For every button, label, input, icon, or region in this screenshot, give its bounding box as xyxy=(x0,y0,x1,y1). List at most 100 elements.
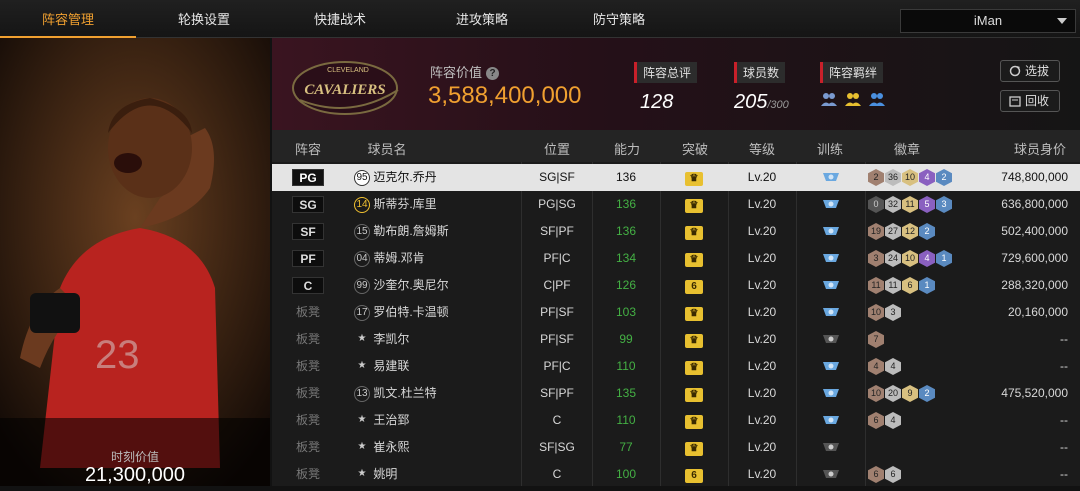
table-row[interactable]: SF 15 勒布朗.詹姆斯 SF|PF 136 ♛ Lv.20 19 27 12 2 502,400… xyxy=(272,218,1080,245)
slot-label: 板凳 xyxy=(295,386,320,400)
crown-icon: ♛ xyxy=(685,172,703,186)
slot-label: 板凳 xyxy=(295,332,320,346)
table-row[interactable]: 板凳 ★ 易建联 PF|C 110 ♛ Lv.20 4 4 -- xyxy=(272,353,1080,380)
player-name[interactable]: 勒布朗.詹姆斯 xyxy=(373,224,448,238)
player-position: SF|PF xyxy=(540,386,574,400)
table-header: 阵容 球员名 位置 能力 突破 等级 训练 徽章 球员身价 xyxy=(272,130,1080,162)
table-row[interactable]: 板凳 13 凯文.杜兰特 SF|PF 135 ♛ Lv.20 10 20 9 2 475,520,0… xyxy=(272,380,1080,407)
player-position: PF|C xyxy=(543,251,571,265)
player-name[interactable]: 斯蒂芬.库里 xyxy=(373,197,436,211)
player-name[interactable]: 王治郅 xyxy=(373,413,409,427)
crown-icon: ♛ xyxy=(685,334,703,348)
training-icon[interactable] xyxy=(821,359,841,373)
player-value: -- xyxy=(1060,413,1068,427)
player-position: PG|SG xyxy=(538,197,576,211)
player-name[interactable]: 沙奎尔.奥尼尔 xyxy=(373,278,448,292)
table-row[interactable]: C 99 沙奎尔.奥尼尔 C|PF 126 6 Lv.20 11 11 6 1 288,320,00… xyxy=(272,272,1080,299)
badge-icon: 10 xyxy=(868,304,884,321)
training-icon[interactable] xyxy=(821,170,841,184)
player-level: Lv.20 xyxy=(747,359,777,373)
crown-icon: ♛ xyxy=(685,415,703,429)
crown-icon: ♛ xyxy=(685,361,703,375)
table-row[interactable]: PG 95 迈克尔.乔丹 SG|SF 136 ♛ Lv.20 2 36 10 4 2 748,800,… xyxy=(272,164,1080,191)
training-icon[interactable] xyxy=(821,305,841,319)
bond-people-icon[interactable] xyxy=(868,91,886,107)
bond-people-icon[interactable] xyxy=(820,91,838,107)
training-icon[interactable] xyxy=(821,413,841,427)
player-position: SG|SF xyxy=(539,170,575,184)
player-ability: 135 xyxy=(615,386,637,400)
tab-tactics[interactable]: 快捷战术 xyxy=(272,0,408,38)
slot-label: 板凳 xyxy=(295,305,320,319)
tab-rotation[interactable]: 轮换设置 xyxy=(136,0,272,38)
star-icon: ★ xyxy=(357,467,367,479)
table-row[interactable]: 板凳 ★ 姚明 C 100 6 Lv.20 6 6 -- xyxy=(272,461,1080,488)
player-name[interactable]: 凯文.杜兰特 xyxy=(373,386,436,400)
tab-lineup[interactable]: 阵容管理 xyxy=(0,0,136,38)
player-value: -- xyxy=(1060,332,1068,346)
badge-icon: 10 xyxy=(902,250,918,267)
player-level: Lv.20 xyxy=(747,413,777,427)
player-name[interactable]: 姚明 xyxy=(373,467,397,481)
jersey-number: 99 xyxy=(354,277,370,294)
help-icon[interactable]: ? xyxy=(486,67,500,81)
recycle-icon xyxy=(1009,96,1021,107)
moment-value-label: 时刻价值 xyxy=(110,450,159,464)
table-row[interactable]: 板凳 ★ 李凯尔 PF|SF 99 ♛ Lv.20 7 -- xyxy=(272,326,1080,353)
training-icon[interactable] xyxy=(821,278,841,292)
slot-badge: SF xyxy=(292,223,324,240)
player-name[interactable]: 易建联 xyxy=(373,359,409,373)
player-name[interactable]: 崔永熙 xyxy=(373,440,409,454)
training-icon[interactable] xyxy=(821,440,841,454)
table-row[interactable]: 板凳 17 罗伯特.卡温顿 PF|SF 103 ♛ Lv.20 10 3 20,160,000 xyxy=(272,299,1080,326)
select-button[interactable]: 选拔 xyxy=(1000,60,1060,82)
badge-icon: 24 xyxy=(885,250,901,267)
recycle-button[interactable]: 回收 xyxy=(1000,90,1060,112)
badge-icon: 4 xyxy=(919,169,935,186)
training-icon[interactable] xyxy=(821,224,841,238)
player-value: 502,400,000 xyxy=(1001,224,1068,238)
crown-icon: ♛ xyxy=(685,226,703,240)
star-icon: ★ xyxy=(357,332,367,344)
col-ability: 能力 xyxy=(613,142,640,157)
player-name[interactable]: 蒂姆.邓肯 xyxy=(373,251,424,265)
player-ability: 136 xyxy=(615,197,637,211)
slot-badge: SG xyxy=(292,196,324,213)
crown-icon: ♛ xyxy=(685,442,703,456)
player-level: Lv.20 xyxy=(747,197,777,211)
training-icon[interactable] xyxy=(821,467,841,481)
player-name[interactable]: 迈克尔.乔丹 xyxy=(373,170,436,184)
badge-icon: 10 xyxy=(902,169,918,186)
badge-icon: 11 xyxy=(885,277,901,294)
player-position: SF|SG xyxy=(539,440,575,454)
player-portrait-panel: 23 时刻价值 21,300,000 xyxy=(0,38,270,486)
player-ability: 126 xyxy=(615,278,637,292)
player-value: 288,320,000 xyxy=(1001,278,1068,292)
tab-offense[interactable]: 进攻策略 xyxy=(414,0,550,38)
training-icon[interactable] xyxy=(821,332,841,346)
tab-defense[interactable]: 防守策略 xyxy=(551,0,687,38)
table-row[interactable]: PF 04 蒂姆.邓肯 PF|C 134 ♛ Lv.20 3 24 10 4 1 729,600,00… xyxy=(272,245,1080,272)
player-level: Lv.20 xyxy=(747,305,777,319)
player-value: -- xyxy=(1060,440,1068,454)
player-name[interactable]: 罗伯特.卡温顿 xyxy=(373,305,448,319)
bond-people-icon[interactable] xyxy=(844,91,862,107)
player-level: Lv.20 xyxy=(747,224,777,238)
player-name[interactable]: 李凯尔 xyxy=(373,332,409,346)
player-level: Lv.20 xyxy=(747,440,777,454)
crown-icon: ♛ xyxy=(685,307,703,321)
breakthrough-badge: 6 xyxy=(685,280,703,294)
crown-icon: ♛ xyxy=(685,388,703,402)
slot-label: 板凳 xyxy=(295,467,320,481)
training-icon[interactable] xyxy=(821,251,841,265)
jersey-number: 14 xyxy=(354,196,370,213)
table-row[interactable]: 板凳 ★ 崔永熙 SF|SG 77 ♛ Lv.20 -- xyxy=(272,434,1080,461)
training-icon[interactable] xyxy=(821,386,841,400)
lineup-rating: 阵容总评 128 xyxy=(634,62,698,114)
player-value: 636,800,000 xyxy=(1001,197,1068,211)
table-row[interactable]: SG 14 斯蒂芬.库里 PG|SG 136 ♛ Lv.20 0 32 11 5 3 636,800,… xyxy=(272,191,1080,218)
table-row[interactable]: 板凳 ★ 王治郅 C 110 ♛ Lv.20 6 4 -- xyxy=(272,407,1080,434)
player-position: SF|PF xyxy=(540,224,574,238)
training-icon[interactable] xyxy=(821,197,841,211)
user-dropdown[interactable]: iMan xyxy=(900,9,1076,33)
